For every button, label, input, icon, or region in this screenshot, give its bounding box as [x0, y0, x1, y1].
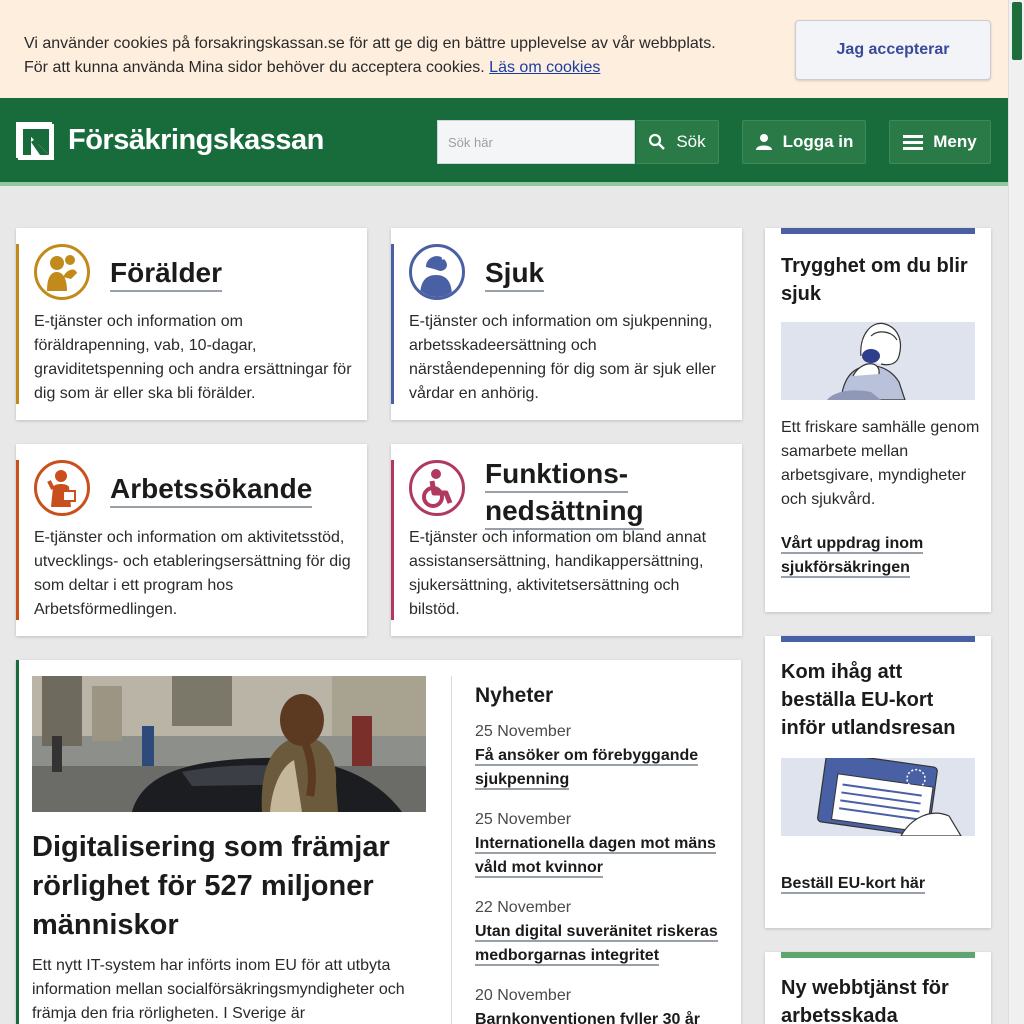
category-card-sjuk[interactable]: Sjuk E-tjänster och information om sjukp… — [391, 228, 742, 420]
cookie-line-1: Vi använder cookies på forsakringskassan… — [24, 35, 716, 52]
news-link[interactable]: Få ansöker om förebyggande sjukpenning — [475, 744, 735, 792]
feature-card: Digitalisering som främjar rörlighet för… — [16, 660, 741, 1024]
search-input[interactable] — [437, 120, 635, 164]
login-button-label: Logga in — [782, 132, 854, 151]
menu-button-label: Meny — [933, 132, 977, 151]
category-title[interactable]: Arbetssökande — [110, 472, 313, 508]
category-accent-bar — [391, 244, 394, 404]
news-item: 22 November Utan digital suveränitet ris… — [475, 896, 735, 968]
news-item: 25 November Få ansöker om förebyggande s… — [475, 720, 735, 792]
category-card-foralder[interactable]: Förälder E-tjänster och information om f… — [16, 228, 367, 420]
side-card-link[interactable]: Beställ EU-kort här — [781, 872, 926, 896]
category-accent-bar — [16, 460, 19, 620]
sick-person-illustration — [781, 322, 975, 400]
news-heading: Nyheter — [475, 684, 554, 707]
scrollbar[interactable] — [1008, 0, 1024, 1024]
hamburger-icon — [903, 135, 924, 150]
side-card-text: Ett friskare samhälle genom samarbete me… — [781, 419, 980, 508]
category-title[interactable]: Sjuk — [485, 256, 545, 292]
side-card-title: Ny webbtjänst för arbetsskada — [781, 977, 949, 1024]
accept-cookies-button[interactable]: Jag accepterar — [795, 20, 991, 80]
cookie-text: Vi använder cookies på forsakringskassan… — [24, 32, 716, 80]
site-header: Försäkringskassan Sök Logga in Meny — [0, 98, 1008, 186]
feature-photo[interactable] — [32, 676, 426, 812]
side-card-trygghet: Trygghet om du blir sjuk Ett friskare sa… — [765, 228, 991, 612]
search-icon — [649, 133, 666, 150]
category-description: E-tjänster och information om sjukpennin… — [409, 313, 716, 402]
side-card-top-bar — [781, 636, 975, 642]
category-description: E-tjänster och information om bland anna… — [409, 529, 707, 618]
login-button[interactable]: Logga in — [742, 120, 866, 164]
news-item: 20 November Barnkonventionen fyller 30 å… — [475, 984, 735, 1024]
eu-card-illustration — [781, 758, 975, 836]
category-card-funktionsnedsattning[interactable]: Funktions- nedsättning E-tjänster och in… — [391, 444, 742, 636]
side-card-title: Trygghet om du blir sjuk — [781, 255, 968, 305]
side-card-arbetsskada: Ny webbtjänst för arbetsskada — [765, 952, 991, 1024]
news-date: 22 November — [475, 899, 572, 916]
news-item: 25 November Internationella dagen mot mä… — [475, 808, 735, 880]
logo-text: Försäkringskassan — [68, 123, 324, 156]
side-card-title: Kom ihåg att beställa EU-kort inför utla… — [781, 661, 956, 739]
search-button[interactable]: Sök — [636, 120, 719, 164]
category-title[interactable]: Funktions- nedsättning — [485, 456, 644, 530]
wheelchair-icon — [409, 460, 465, 516]
category-accent-bar — [391, 460, 394, 620]
category-accent-bar — [16, 244, 19, 404]
news-section: Nyheter 25 November Få ansöker om föreby… — [475, 684, 735, 1024]
side-card-top-bar — [781, 952, 975, 958]
side-card-eu-kort: Kom ihåg att beställa EU-kort inför utla… — [765, 636, 991, 928]
cookie-banner: Vi använder cookies på forsakringskassan… — [0, 0, 1008, 98]
category-description: E-tjänster och information om aktivitets… — [34, 529, 351, 618]
news-link[interactable]: Barnkonventionen fyller 30 år — [475, 1008, 735, 1024]
news-date: 25 November — [475, 811, 572, 828]
menu-button[interactable]: Meny — [889, 120, 991, 164]
news-link-text: Utan digital suveränitet riskeras medbor… — [475, 923, 718, 966]
category-description: E-tjänster och information om föräldrape… — [34, 313, 352, 402]
news-link[interactable]: Internationella dagen mot mäns våld mot … — [475, 832, 735, 880]
side-card-link-text: Beställ EU-kort här — [781, 875, 926, 894]
parent-icon — [34, 244, 90, 300]
logo[interactable]: Försäkringskassan — [16, 122, 324, 160]
cookie-info-link[interactable]: Läs om cookies — [489, 59, 600, 76]
news-link-text: Internationella dagen mot mäns våld mot … — [475, 835, 716, 878]
logo-icon — [16, 122, 54, 160]
news-date: 25 November — [475, 723, 572, 740]
scrollbar-thumb[interactable] — [1012, 2, 1022, 60]
user-icon — [755, 134, 772, 150]
feature-title[interactable]: Digitalisering som främjar rörlighet för… — [32, 828, 412, 945]
side-card-top-bar — [781, 228, 975, 234]
news-link-text: Barnkonventionen fyller 30 år — [475, 1011, 700, 1024]
search-button-label: Sök — [676, 132, 706, 151]
category-title-line-2: nedsättning — [485, 493, 644, 530]
news-divider — [451, 676, 452, 1024]
side-card-link[interactable]: Vårt uppdrag inom sjukförsäkringen — [781, 532, 961, 580]
category-card-arbetssokande[interactable]: Arbetssökande E-tjänster och information… — [16, 444, 367, 636]
category-title[interactable]: Förälder — [110, 256, 223, 292]
cookie-line-2-text: För att kunna använda Mina sidor behöver… — [24, 59, 485, 76]
job-seeker-icon — [34, 460, 90, 516]
news-link-text: Få ansöker om förebyggande sjukpenning — [475, 747, 699, 790]
feature-text: Ett nytt IT-system har införts inom EU f… — [32, 957, 405, 1022]
cookie-line-2: För att kunna använda Mina sidor behöver… — [24, 56, 716, 80]
sick-person-icon — [409, 244, 465, 300]
category-title-line-1: Funktions- — [485, 456, 629, 493]
news-date: 20 November — [475, 987, 572, 1004]
side-card-link-text: Vårt uppdrag inom sjukförsäkringen — [781, 535, 924, 578]
news-link[interactable]: Utan digital suveränitet riskeras medbor… — [475, 920, 735, 968]
